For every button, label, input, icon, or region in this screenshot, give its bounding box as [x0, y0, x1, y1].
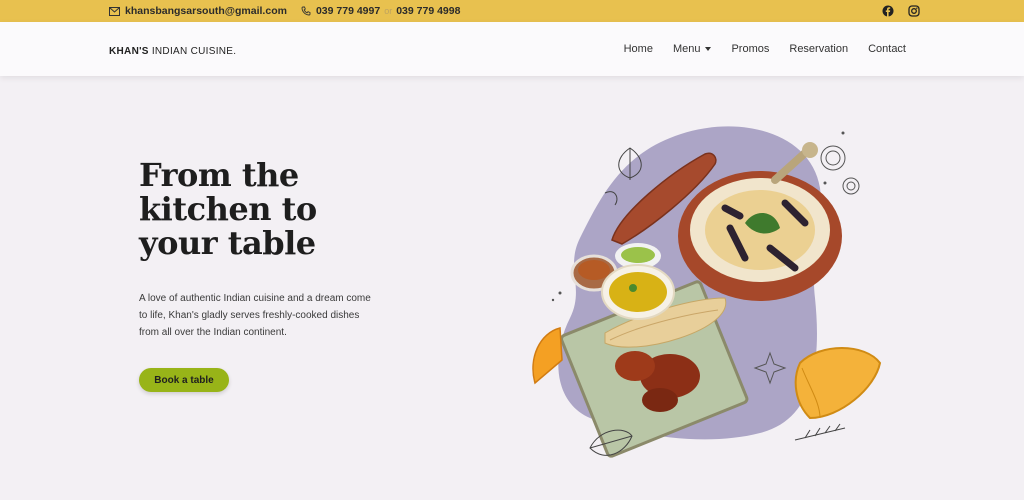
phone-primary-link[interactable]: 039 779 4997	[316, 5, 380, 17]
hero-title-line: From the	[139, 156, 299, 194]
nav-item-menu-label: Menu	[672, 43, 701, 55]
nav-menu: Home Menu Promos Reservation Contact	[624, 43, 906, 55]
hero-title: From the kitchen to your table	[139, 158, 399, 260]
facebook-icon[interactable]	[881, 4, 895, 18]
hero-title-line: kitchen to	[139, 190, 317, 228]
nav-item-promos[interactable]: Promos	[731, 43, 769, 55]
envelope-icon	[109, 6, 120, 16]
herb-sprig-icon	[794, 423, 846, 441]
nav-item-home[interactable]: Home	[624, 43, 653, 55]
instagram-icon[interactable]	[907, 4, 921, 18]
orange-slice-icon	[532, 327, 563, 385]
top-info-bar: khansbangsarsouth@gmail.com 039 779 4997…	[0, 0, 1024, 22]
nav-item-contact[interactable]: Contact	[868, 43, 906, 55]
social-links	[881, 4, 921, 18]
phone-icon	[301, 6, 311, 16]
onion-ring-icon	[820, 145, 860, 195]
caret-down-icon	[705, 47, 712, 52]
phone-separator: or	[384, 6, 393, 16]
nav-item-reservation[interactable]: Reservation	[789, 43, 848, 55]
food-illustration	[532, 126, 882, 458]
email-link[interactable]: khansbangsarsouth@gmail.com	[125, 5, 287, 17]
hero-description: A love of authentic Indian cuisine and a…	[139, 293, 371, 338]
contact-info: khansbangsarsouth@gmail.com 039 779 4997…	[109, 0, 460, 22]
brand-name-bold: KHAN'S	[109, 46, 149, 57]
main-navbar: KHAN'S INDIAN CUISINE. Home Menu Promos …	[0, 22, 1024, 76]
phone-secondary-link[interactable]: 039 779 4998	[396, 5, 460, 17]
book-table-button[interactable]: Book a table	[139, 368, 229, 392]
hero-title-line: your table	[139, 224, 316, 262]
brand-logo[interactable]: KHAN'S INDIAN CUISINE.	[109, 46, 236, 57]
nav-item-menu[interactable]: Menu	[673, 43, 712, 55]
brand-name-rest: INDIAN CUISINE.	[148, 46, 237, 57]
